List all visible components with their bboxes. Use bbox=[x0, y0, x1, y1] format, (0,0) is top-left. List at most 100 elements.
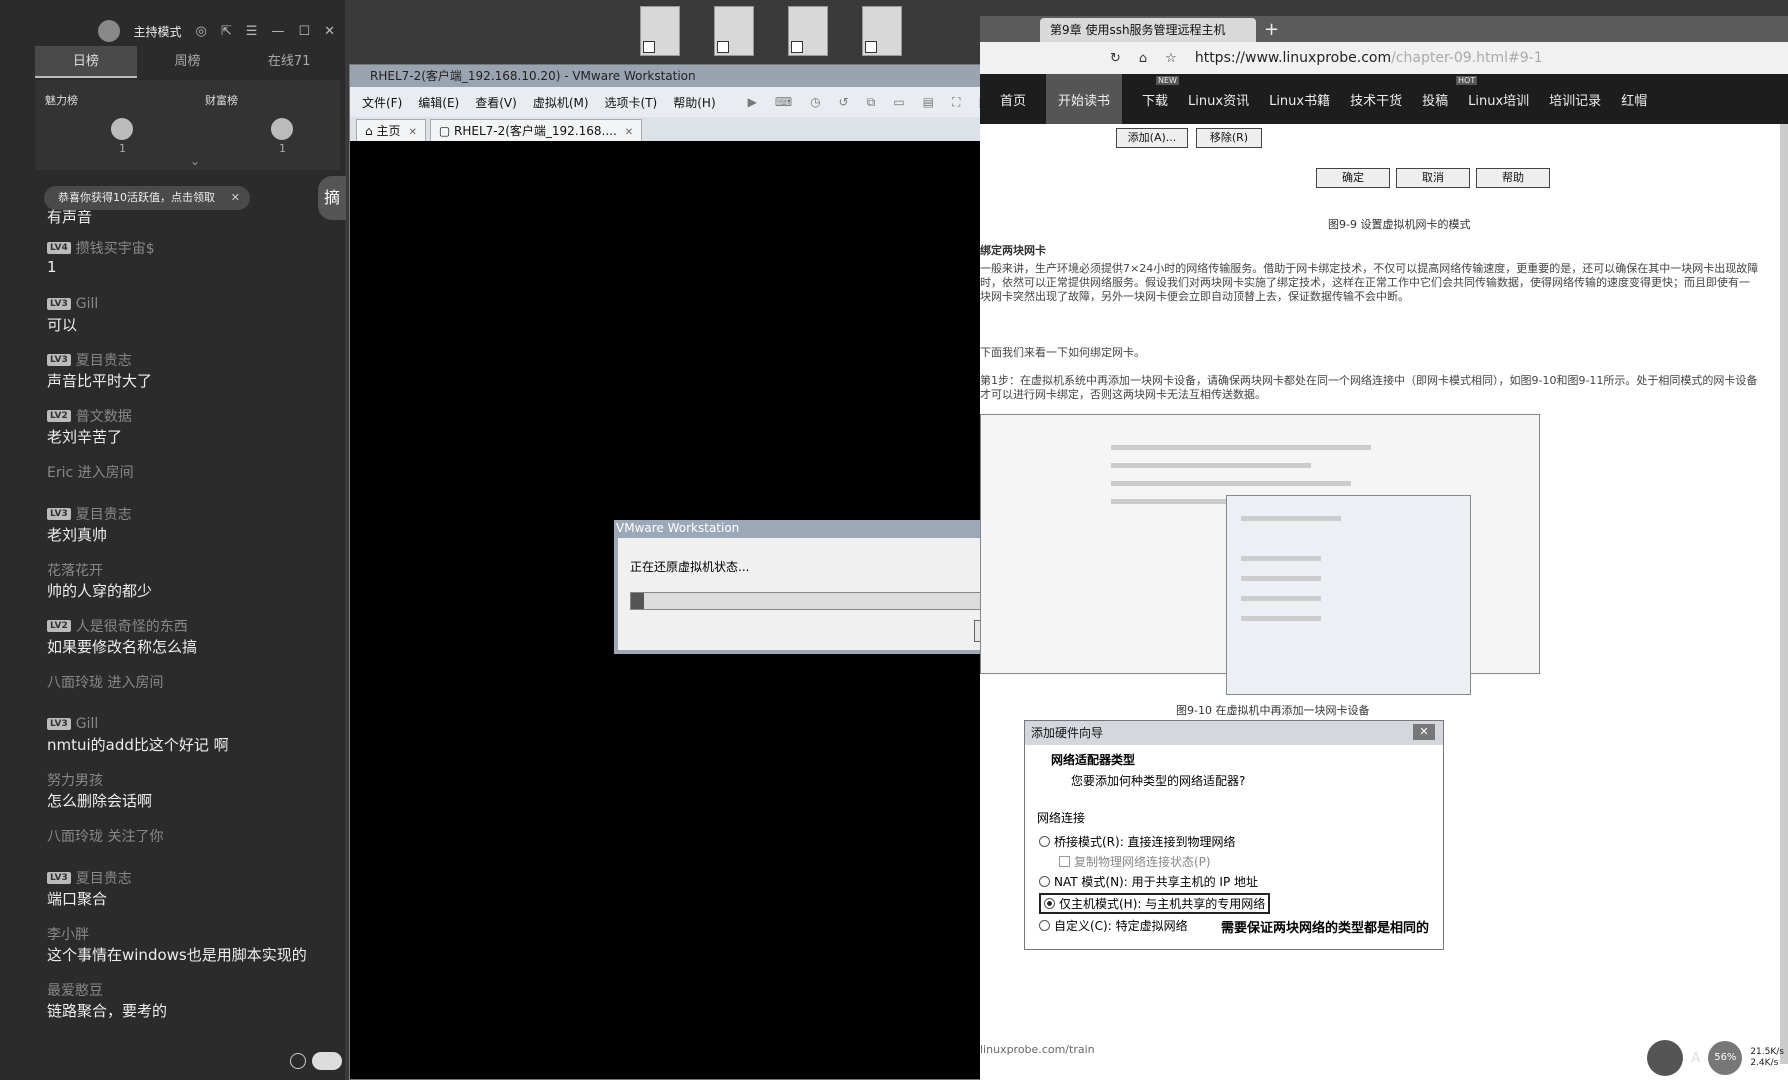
chat-message-text: 声音比平时大了 bbox=[47, 372, 153, 390]
desktop-file-icon[interactable] bbox=[862, 6, 902, 56]
desktop-file-icon[interactable] bbox=[714, 6, 754, 56]
close-icon: ✕ bbox=[1413, 724, 1435, 740]
revert-icon[interactable]: ↺ bbox=[839, 95, 849, 110]
chat-message: LV3 Gill nmtui的add比这个好记 啊 bbox=[47, 714, 327, 756]
power-icon[interactable]: ▶ bbox=[748, 95, 757, 110]
rank-avatar[interactable] bbox=[111, 118, 133, 140]
menu-edit[interactable]: 编辑(E) bbox=[418, 94, 459, 111]
emoji-icon[interactable] bbox=[290, 1053, 306, 1069]
close-icon[interactable]: ✕ bbox=[324, 24, 335, 39]
paragraph: 第1步：在虚拟机系统中再添加一块网卡设备，请确保两块网卡都处在同一个网络连接中（… bbox=[980, 374, 1758, 401]
charm-rank-label: 魅力榜 bbox=[45, 94, 78, 107]
tab-weekly[interactable]: 周榜 bbox=[137, 46, 239, 78]
browser-tab[interactable]: 第9章 使用ssh服务管理远程主机 bbox=[1040, 18, 1256, 42]
radio-nat-label: NAT 模式(N): 用于共享主机的 IP 地址 bbox=[1054, 875, 1259, 889]
nav-home[interactable]: 首页 bbox=[1000, 90, 1026, 109]
url-path: /chapter-09.html#9-1 bbox=[1391, 50, 1543, 66]
menu-help[interactable]: 帮助(H) bbox=[673, 94, 715, 111]
desktop-file-icon[interactable] bbox=[788, 6, 828, 56]
tab-vm[interactable]: ▢ RHEL7-2(客户端_192.168.... ✕ bbox=[429, 119, 643, 141]
fullscreen-icon[interactable]: ⛶ bbox=[952, 95, 960, 110]
chat-user[interactable]: 花落花开 bbox=[47, 560, 327, 580]
paragraph: 一般来讲，生产环境必须提供7×24小时的网络传输服务。借助于网卡绑定技术，不仅可… bbox=[980, 262, 1759, 303]
manage-snapshot-icon[interactable]: ⧉ bbox=[867, 95, 876, 110]
close-notice-icon[interactable]: ✕ bbox=[231, 186, 240, 210]
upload-speed: 21.5K/s bbox=[1750, 1047, 1784, 1057]
remove-button: 移除(R) bbox=[1196, 128, 1262, 148]
chat-user[interactable]: 努力男孩 bbox=[47, 770, 327, 790]
side-badge[interactable]: 摘 bbox=[318, 176, 346, 220]
minimize-icon[interactable]: — bbox=[271, 24, 284, 39]
progress-fill bbox=[631, 593, 644, 609]
chat-message: 花落花开 帅的人穿的都少 bbox=[47, 560, 327, 602]
chat-input-bar bbox=[290, 1052, 342, 1070]
close-tab-icon[interactable]: ✕ bbox=[408, 127, 416, 138]
wealth-rank-label: 财富榜 bbox=[205, 94, 238, 107]
tab-home[interactable]: ⌂ 主页 ✕ bbox=[356, 119, 426, 141]
chat-user[interactable]: 最爱憨豆 bbox=[47, 980, 327, 1000]
wizard-title-text: 添加硬件向导 bbox=[1031, 726, 1104, 740]
annotation-overlay: 需要保证两块网络的类型都是相同的 bbox=[1221, 921, 1430, 936]
chevron-down-icon[interactable]: ⌄ bbox=[190, 154, 200, 168]
star-icon[interactable]: ☆ bbox=[1165, 51, 1177, 66]
nav-submit[interactable]: 投稿 bbox=[1422, 90, 1448, 109]
chat-send-toggle[interactable] bbox=[312, 1052, 342, 1070]
tab-online[interactable]: 在线71 bbox=[238, 46, 340, 78]
chat-user[interactable]: LV4 攒钱买宇宙$ bbox=[47, 238, 327, 258]
tab-daily[interactable]: 日榜 bbox=[35, 46, 137, 78]
chat-message-text: 老刘真帅 bbox=[47, 526, 108, 544]
menu-tabs[interactable]: 选项卡(T) bbox=[605, 94, 658, 111]
host-avatar[interactable] bbox=[97, 20, 120, 42]
scrollbar[interactable] bbox=[1780, 124, 1788, 1064]
ime-icon[interactable]: A bbox=[1691, 1051, 1700, 1066]
menu-view[interactable]: 查看(V) bbox=[475, 94, 517, 111]
chat-message: LV3 Gill 可以 bbox=[47, 294, 327, 336]
chat-user[interactable]: LV3 夏目贵志 bbox=[47, 504, 327, 524]
nav-linux-news[interactable]: Linux资讯 bbox=[1188, 90, 1249, 109]
refresh-icon[interactable]: ↻ bbox=[1110, 51, 1121, 66]
snapshot-icon[interactable]: ◷ bbox=[810, 95, 820, 110]
settings-icon[interactable]: ◎ bbox=[196, 24, 207, 39]
level-badge: LV3 bbox=[47, 718, 71, 730]
chat-user[interactable]: LV3 夏目贵志 bbox=[47, 868, 327, 888]
nav-start-reading[interactable]: 开始读书 bbox=[1046, 73, 1123, 125]
rank-number: 1 bbox=[119, 142, 126, 155]
menu-icon[interactable]: ☰ bbox=[246, 24, 258, 39]
url-field[interactable]: https://www.linuxprobe.com/chapter-09.ht… bbox=[1195, 50, 1543, 66]
menu-vm[interactable]: 虚拟机(M) bbox=[533, 94, 589, 111]
maximize-icon[interactable]: ☐ bbox=[298, 24, 310, 39]
nav-linux-books[interactable]: Linux书籍 bbox=[1269, 90, 1330, 109]
chat-user[interactable]: LV2 普文数据 bbox=[47, 406, 327, 426]
nav-training-log[interactable]: 培训记录 bbox=[1549, 90, 1601, 109]
reward-notice[interactable]: 恭喜你获得10活跃值，点击领取 ✕ bbox=[44, 186, 250, 210]
popout-icon[interactable]: ⇱ bbox=[221, 24, 232, 39]
footer-link[interactable]: linuxprobe.com/train bbox=[980, 1043, 1095, 1056]
send-keys-icon[interactable]: ⌨ bbox=[775, 95, 792, 110]
sidebar-toggle-icon[interactable]: ▭ bbox=[893, 95, 904, 110]
figure-caption: 图9-9 设置虚拟机网卡的模式 bbox=[1328, 218, 1471, 231]
rank-avatar[interactable] bbox=[271, 118, 293, 140]
chat-user[interactable]: LV2 人是很奇怪的东西 bbox=[47, 616, 327, 636]
chat-user[interactable]: LV3 Gill bbox=[47, 294, 327, 314]
level-badge: LV2 bbox=[47, 620, 71, 632]
url-host: https://www.linuxprobe.com bbox=[1194, 50, 1392, 66]
chat-user[interactable]: 李小胖 bbox=[47, 924, 327, 944]
nav-linux-training[interactable]: Linux培训 bbox=[1468, 90, 1529, 109]
chat-message-text: 如果要修改名称怎么搞 bbox=[47, 638, 198, 656]
home-icon[interactable]: ⌂ bbox=[1139, 51, 1147, 66]
nav-redhat[interactable]: 红帽 bbox=[1621, 90, 1647, 109]
new-tab-icon[interactable]: + bbox=[1264, 18, 1279, 42]
chat-message: 李小胖 这个事情在windows也是用脚本实现的 bbox=[47, 924, 327, 966]
chat-user[interactable]: LV3 夏目贵志 bbox=[47, 350, 327, 370]
wizard-subheader: 您要添加何种类型的网络适配器? bbox=[1071, 774, 1246, 788]
thumbnail-icon[interactable]: ▤ bbox=[923, 95, 934, 110]
close-tab-icon[interactable]: ✕ bbox=[625, 127, 633, 138]
nav-tech[interactable]: 技术干货 bbox=[1350, 90, 1402, 109]
chat-user[interactable]: LV3 Gill bbox=[47, 714, 327, 734]
checkbox-replicate: 复制物理网络连接状态(P) bbox=[1059, 853, 1211, 870]
radio-bridged-label: 桥接模式(R): 直接连接到物理网络 bbox=[1054, 835, 1236, 849]
desktop-file-icon[interactable] bbox=[640, 6, 680, 56]
browser-tabbar: 第9章 使用ssh服务管理远程主机 + bbox=[980, 16, 1788, 42]
menu-file[interactable]: 文件(F) bbox=[362, 94, 402, 111]
nav-download[interactable]: 下载 bbox=[1142, 90, 1168, 109]
